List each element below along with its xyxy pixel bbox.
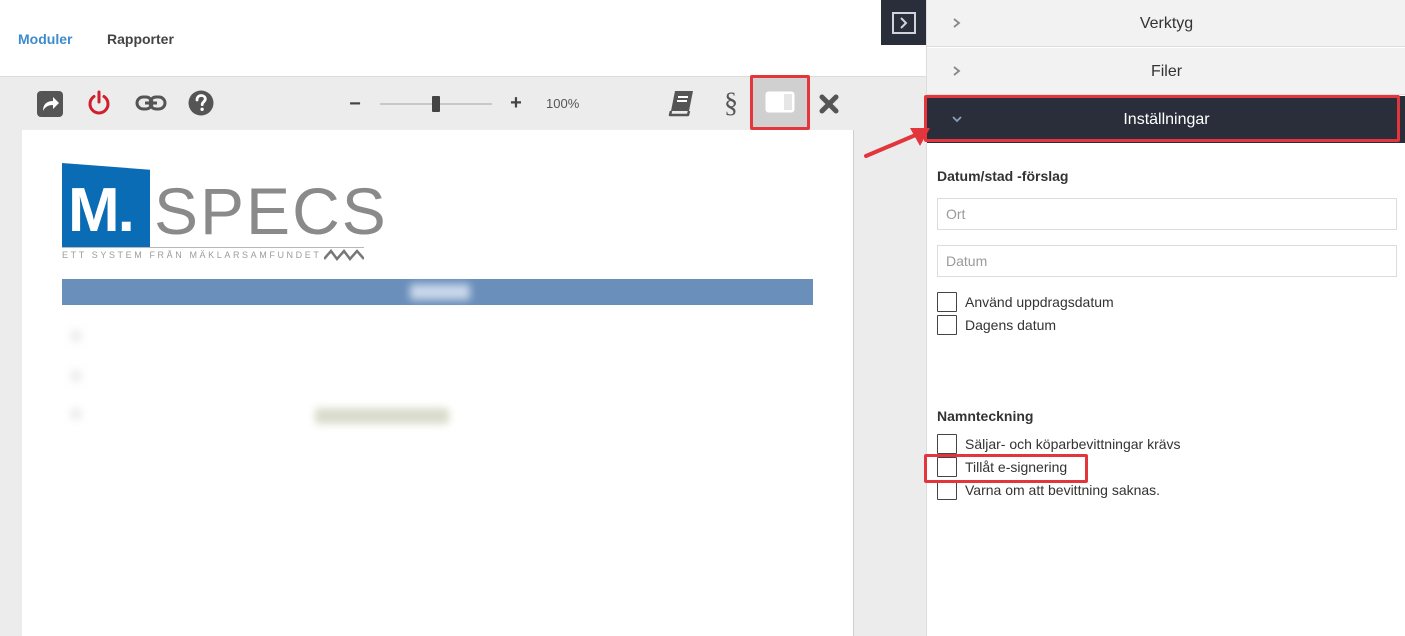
checkbox-anvand-uppdragsdatum[interactable]: Använd uppdragsdatum	[937, 292, 1114, 312]
section-button[interactable]: §	[719, 88, 743, 120]
checkbox-saljar-kopar-bevittning[interactable]: Säljar- och köparbevittningar krävs	[937, 434, 1181, 454]
nav-tab-rapporter[interactable]: Rapporter	[107, 31, 174, 47]
panel-collapse-button[interactable]	[881, 0, 926, 45]
blurred-content	[315, 408, 449, 424]
checkbox-box[interactable]	[937, 457, 957, 477]
zoom-out-button[interactable]: −	[345, 92, 365, 115]
logo-emblem-icon	[324, 249, 364, 261]
logo-word: SPECS	[154, 174, 388, 248]
checkbox-label: Varna om att bevittning saknas.	[965, 482, 1161, 498]
checkbox-tillat-e-signering[interactable]: Tillåt e-signering	[937, 457, 1067, 477]
accordion-label: Filer	[1150, 63, 1183, 80]
zoom-in-icon: +	[510, 91, 522, 114]
share-button[interactable]	[36, 90, 64, 118]
checkbox-box[interactable]	[937, 315, 957, 335]
blurred-content	[70, 408, 82, 420]
nav-tab-moduler[interactable]: Moduler	[18, 31, 72, 47]
datum-input[interactable]	[937, 245, 1397, 277]
close-button[interactable]	[816, 91, 842, 117]
accordion-label: Inställningar	[1123, 111, 1210, 128]
accordion-installningar[interactable]: Inställningar	[927, 96, 1405, 143]
share-icon	[37, 91, 63, 117]
checkbox-label: Tillåt e-signering	[965, 459, 1068, 475]
link-button[interactable]	[134, 92, 168, 114]
book-button[interactable]	[666, 89, 696, 117]
accordion-label: Verktyg	[1139, 15, 1194, 32]
panel-toggle-icon	[765, 91, 795, 113]
datum-section-title: Datum/stad -förslag	[937, 168, 1069, 184]
mspecs-logo: M. SPECS ETT SYSTEM FRÅN MÄKLARSAMFUNDET	[62, 163, 386, 261]
zoom-in-button[interactable]: +	[506, 91, 526, 114]
zoom-slider-handle[interactable]	[432, 96, 440, 112]
accordion-verktyg[interactable]: Verktyg	[927, 0, 1405, 47]
checkbox-label: Säljar- och köparbevittningar krävs	[965, 436, 1181, 452]
checkbox-label: Dagens datum	[965, 317, 1057, 333]
logo-tagline: ETT SYSTEM FRÅN MÄKLARSAMFUNDET	[62, 250, 322, 260]
ort-input[interactable]	[937, 198, 1397, 230]
checkbox-dagens-datum[interactable]: Dagens datum	[937, 315, 1056, 335]
checkbox-label: Använd uppdragsdatum	[965, 294, 1114, 310]
power-button[interactable]	[85, 89, 113, 117]
close-icon	[819, 94, 839, 114]
book-icon	[668, 91, 693, 117]
checkbox-varna-bevittning[interactable]: Varna om att bevittning saknas.	[937, 480, 1160, 500]
checkbox-box[interactable]	[937, 292, 957, 312]
checkbox-box[interactable]	[937, 480, 957, 500]
app-window: Moduler Rapporter − + 100% § M. SPECS ET…	[0, 0, 1405, 636]
zoom-level: 100%	[546, 96, 580, 111]
chevron-right-icon	[891, 11, 916, 34]
accordion-filer[interactable]: Filer	[927, 48, 1405, 95]
help-button[interactable]	[187, 89, 215, 117]
link-icon	[135, 95, 167, 111]
power-icon	[88, 90, 110, 115]
settings-panel: Verktyg Filer Inställningar Datum/stad -…	[926, 0, 1405, 636]
top-nav: Moduler Rapporter	[0, 0, 926, 77]
logo-letter: M.	[68, 176, 135, 245]
annotation-arrow-icon	[864, 128, 930, 158]
zoom-out-icon: −	[349, 92, 361, 115]
section-icon: §	[724, 88, 738, 119]
blurred-content	[70, 330, 82, 342]
blurred-band-text	[410, 284, 470, 300]
checkbox-box[interactable]	[937, 434, 957, 454]
blurred-content	[70, 370, 82, 382]
panel-toggle-button[interactable]	[752, 76, 808, 128]
help-icon	[188, 90, 214, 116]
namnteckning-section-title: Namnteckning	[937, 408, 1034, 424]
